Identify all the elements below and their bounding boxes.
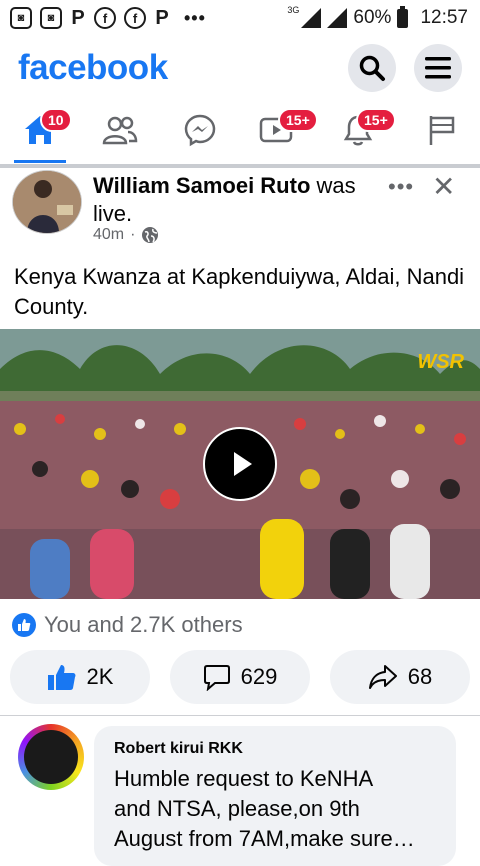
tab-notifications[interactable]: 15+ — [328, 100, 396, 160]
friends-icon — [102, 116, 138, 145]
meta-separator: · — [130, 226, 136, 243]
battery-percent: 60% — [353, 7, 392, 28]
author-avatar[interactable] — [12, 170, 82, 234]
comment-line: and NTSA, please,on 9th — [114, 796, 360, 821]
channel-watermark: WSR — [417, 351, 464, 373]
commenter-name[interactable]: Robert kirui RKK — [114, 740, 243, 758]
share-icon — [368, 665, 397, 689]
p-icon: P — [155, 6, 169, 29]
clock: 12:57 — [420, 7, 468, 28]
tab-messenger[interactable] — [170, 100, 230, 160]
comment-line: Humble request to KeNHA — [114, 766, 374, 791]
flag-icon — [429, 116, 455, 145]
facebook-icon: f — [124, 7, 146, 29]
post-actions: 2K 629 68 — [0, 650, 480, 706]
post-options-icon[interactable]: ••• — [388, 174, 414, 200]
search-icon — [359, 55, 385, 81]
author-name[interactable]: William Samoei Ruto — [93, 173, 310, 198]
comment-bubble[interactable]: Robert kirui RKK Humble request to KeNHA… — [94, 726, 456, 866]
thumbs-up-icon — [47, 665, 76, 690]
battery-icon — [397, 5, 409, 28]
menu-button[interactable] — [414, 44, 462, 92]
post-time[interactable]: 40m — [93, 226, 124, 244]
avatar-photo — [13, 171, 81, 233]
network-type: 3G — [287, 5, 300, 15]
video-badge: 15+ — [278, 108, 318, 132]
share-button[interactable]: 68 — [330, 650, 470, 704]
play-button[interactable] — [203, 427, 277, 501]
close-icon[interactable]: ✕ — [432, 170, 455, 203]
post-author: William Samoei Ruto was live. — [93, 172, 383, 228]
reactions-summary[interactable]: You and 2.7K others — [12, 612, 243, 638]
nav-tabs: 10 15+ 15+ — [0, 100, 480, 165]
app-icon: ◙ — [40, 7, 62, 29]
post-meta: 40m · — [93, 226, 159, 244]
commenter-avatar[interactable] — [18, 724, 84, 790]
like-count: 2K — [86, 664, 114, 689]
share-count: 68 — [407, 664, 433, 689]
p-icon: P — [71, 6, 85, 29]
tab-friends[interactable] — [90, 100, 150, 160]
like-button[interactable]: 2K — [10, 650, 150, 704]
tab-home[interactable]: 10 — [10, 100, 72, 163]
post-text: Kenya Kwanza at Kapkenduiywa, Aldai, Nan… — [14, 264, 465, 319]
signal-icon — [327, 8, 348, 28]
messenger-icon — [184, 114, 216, 147]
tab-pages[interactable] — [412, 100, 472, 160]
reactions-text: You and 2.7K others — [44, 612, 243, 637]
status-bar: ◙ ◙ P f f P ••• 3G 60% 12:57 — [0, 0, 480, 36]
divider — [0, 715, 480, 716]
comment-line: August from 7AM,make sure… — [114, 826, 415, 851]
comment-count: 629 — [240, 664, 278, 689]
comment-text: Humble request to KeNHA and NTSA, please… — [114, 764, 444, 854]
menu-icon — [425, 57, 451, 79]
like-reaction-icon — [12, 613, 36, 637]
live-video[interactable]: WSR — [0, 329, 480, 599]
facebook-logo[interactable]: facebook — [18, 48, 168, 88]
facebook-icon: f — [94, 7, 116, 29]
notifications-badge: 15+ — [356, 108, 396, 132]
commenter-photo — [24, 730, 78, 784]
home-badge: 10 — [40, 108, 72, 132]
tab-video[interactable]: 15+ — [246, 100, 318, 160]
search-button[interactable] — [348, 44, 396, 92]
post-header: William Samoei Ruto was live. 40m · ••• … — [0, 168, 480, 250]
globe-icon — [142, 227, 159, 243]
comment-icon — [203, 665, 230, 691]
comment-button[interactable]: 629 — [170, 650, 310, 704]
signal-icon — [301, 8, 322, 28]
app-icon: ◙ — [10, 7, 32, 29]
more-notifications-icon: ••• — [184, 7, 206, 28]
app-header: facebook — [0, 36, 480, 100]
